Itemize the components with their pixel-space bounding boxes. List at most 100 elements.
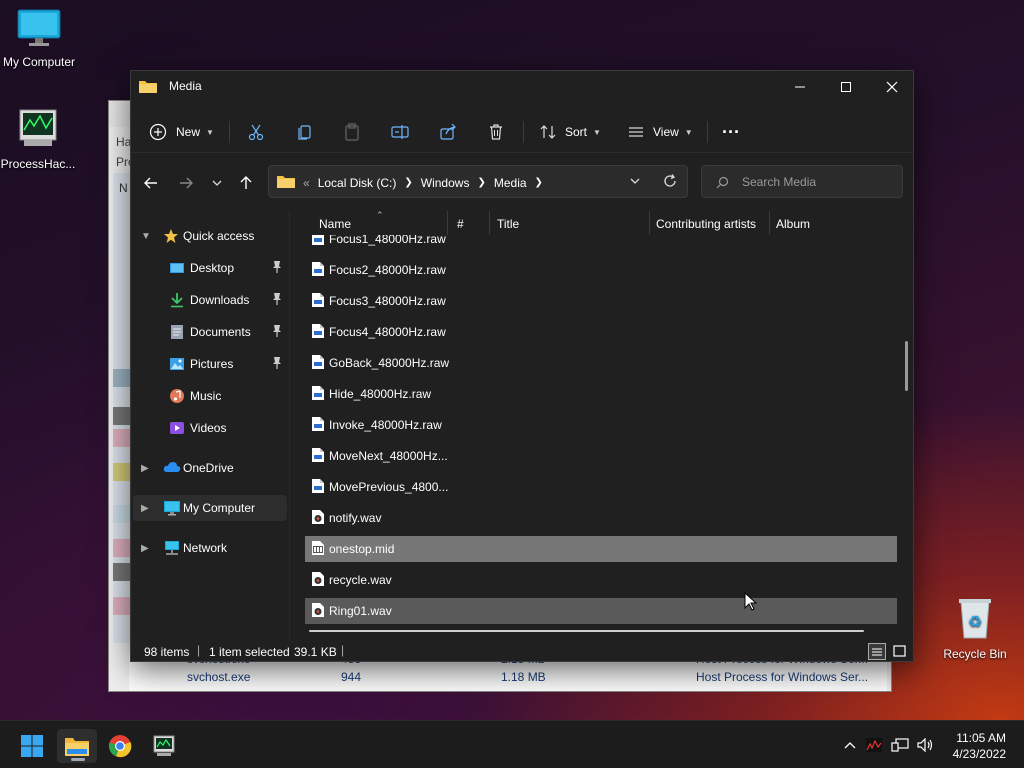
breadcrumb-item[interactable]: Media [494,176,527,190]
file-row[interactable]: onestop.mid [305,536,897,562]
volume-icon[interactable] [916,738,936,752]
chevron-right-icon[interactable]: ▶ [141,543,149,554]
paste-icon [345,123,359,141]
star-icon [163,228,179,247]
sidebar-item-music[interactable]: Music [133,383,287,409]
sidebar-item-network[interactable]: ▶ Network [133,535,287,561]
column-separator[interactable] [447,211,448,235]
chevron-up-icon [844,742,856,749]
column-header-contributing-artists[interactable]: Contributing artists [656,217,756,231]
sidebar-item-my-computer[interactable]: ▶ My Computer [133,495,287,521]
address-bar[interactable]: « Local Disk (C:) ❯ Windows ❯ Media ❯ [268,165,688,198]
rename-button[interactable] [391,117,409,147]
taskbar-chrome[interactable] [100,729,140,763]
recent-locations-button[interactable] [205,171,229,195]
taskbar-clock[interactable]: 11:05 AM 4/23/2022 [953,730,1006,762]
search-box[interactable]: Search Media [701,165,903,198]
sidebar-item-desktop[interactable]: Desktop [133,255,287,281]
toolbar-separator [229,121,230,143]
forward-button[interactable] [174,171,198,195]
new-button[interactable]: New ▼ [149,117,214,147]
title-bar[interactable]: Media [131,71,913,103]
desktop-icon-recycle-bin[interactable]: ♻ Recycle Bin [933,596,1017,661]
column-header-number[interactable]: # [457,217,464,231]
file-row[interactable]: MoveNext_48000Hz... [305,443,897,469]
file-row[interactable]: MovePrevious_4800... [305,474,897,500]
ph-strip [113,597,131,615]
start-button[interactable] [12,729,52,763]
show-hidden-icons-button[interactable] [840,741,860,749]
chevron-right-icon[interactable]: ▶ [141,463,149,474]
file-row[interactable]: Invoke_48000Hz.raw [305,412,897,438]
file-name: Focus2_48000Hz.raw [329,263,446,277]
search-input[interactable]: Search Media [742,175,816,189]
file-row[interactable]: recycle.wav [305,567,897,593]
refresh-button[interactable] [663,174,677,191]
maximize-button[interactable] [823,71,869,103]
delete-button[interactable] [487,117,505,147]
sort-label: Sort [565,125,588,139]
chevron-right-icon[interactable]: ▶ [141,503,149,514]
sidebar-item-quick-access[interactable]: ▼ Quick access [133,223,287,249]
network-tray-icon[interactable] [890,738,910,752]
file-row[interactable]: Focus4_48000Hz.raw [305,319,897,345]
address-dropdown-button[interactable] [629,175,641,190]
minimize-button[interactable] [777,71,823,103]
navigation-row: « Local Disk (C:) ❯ Windows ❯ Media ❯ Se… [131,157,913,209]
breadcrumb-overflow[interactable]: « [303,176,310,190]
arrow-up-icon [240,176,252,189]
pane-divider[interactable] [289,211,290,641]
large-icons-view-button[interactable] [891,643,907,659]
breadcrumb-item[interactable]: Local Disk (C:) [318,176,397,190]
horizontal-scrollbar-thumb[interactable] [309,630,864,632]
up-button[interactable] [234,171,258,195]
folder-icon [139,79,157,96]
share-button[interactable] [439,117,457,147]
sidebar-item-downloads[interactable]: Downloads [133,287,287,313]
taskbar-processhacker[interactable] [144,729,184,763]
desktop-icon-processhacker[interactable]: ProcessHac... [0,106,80,171]
file-list: ⌃ Name # Title Contributing artists Albu… [303,211,909,641]
raw-file-icon [311,235,325,249]
column-separator[interactable] [489,211,490,235]
column-header-album[interactable]: Album [776,217,810,231]
copy-button[interactable] [296,117,314,147]
paste-button[interactable] [343,117,361,147]
desktop-icon-my-computer[interactable]: My Computer [0,8,81,69]
table-row[interactable]: svchost.exe 944 1.18 MB Host Process for… [129,668,887,686]
sidebar-item-pictures[interactable]: Pictures [133,351,287,377]
status-separator: | [341,643,345,657]
scissors-icon [248,124,264,141]
file-row[interactable]: GoBack_48000Hz.raw [305,350,897,376]
file-row[interactable]: Focus3_48000Hz.raw [305,288,897,314]
details-view-button[interactable] [868,643,886,660]
taskbar-file-explorer[interactable] [57,729,97,763]
tray-app-icon[interactable] [864,738,884,752]
file-row[interactable]: Focus2_48000Hz.raw [305,257,897,283]
close-button[interactable] [869,71,915,103]
column-header-name[interactable]: Name [319,217,351,231]
more-options-button[interactable]: ··· [722,117,740,147]
cut-button[interactable] [247,117,265,147]
sidebar-item-onedrive[interactable]: ▶ OneDrive [133,455,287,481]
column-separator[interactable] [769,211,770,235]
sidebar-item-videos[interactable]: Videos [133,415,287,441]
chevron-down-icon [630,178,640,184]
sidebar-item-documents[interactable]: Documents [133,319,287,345]
raw-file-icon [311,261,325,280]
explorer-window[interactable]: Media New ▼ Sort ▼ View ▼ ··· « Local Di… [130,70,914,662]
view-button[interactable]: View ▼ [627,117,693,147]
column-header-title[interactable]: Title [497,217,519,231]
file-row[interactable]: Focus1_48000Hz.raw [305,235,897,252]
file-row[interactable]: Hide_48000Hz.raw [305,381,897,407]
breadcrumb-item[interactable]: Windows [421,176,470,190]
chevron-down-icon[interactable]: ▼ [141,231,151,242]
column-headers: ⌃ Name # Title Contributing artists Albu… [303,211,909,235]
sort-button[interactable]: Sort ▼ [539,117,601,147]
sidebar-item-label: Quick access [183,229,255,243]
column-separator[interactable] [649,211,650,235]
vertical-scrollbar-thumb[interactable] [905,341,908,391]
file-row[interactable]: notify.wav [305,505,897,531]
file-row[interactable]: Ring01.wav [305,598,897,624]
back-button[interactable] [139,171,163,195]
